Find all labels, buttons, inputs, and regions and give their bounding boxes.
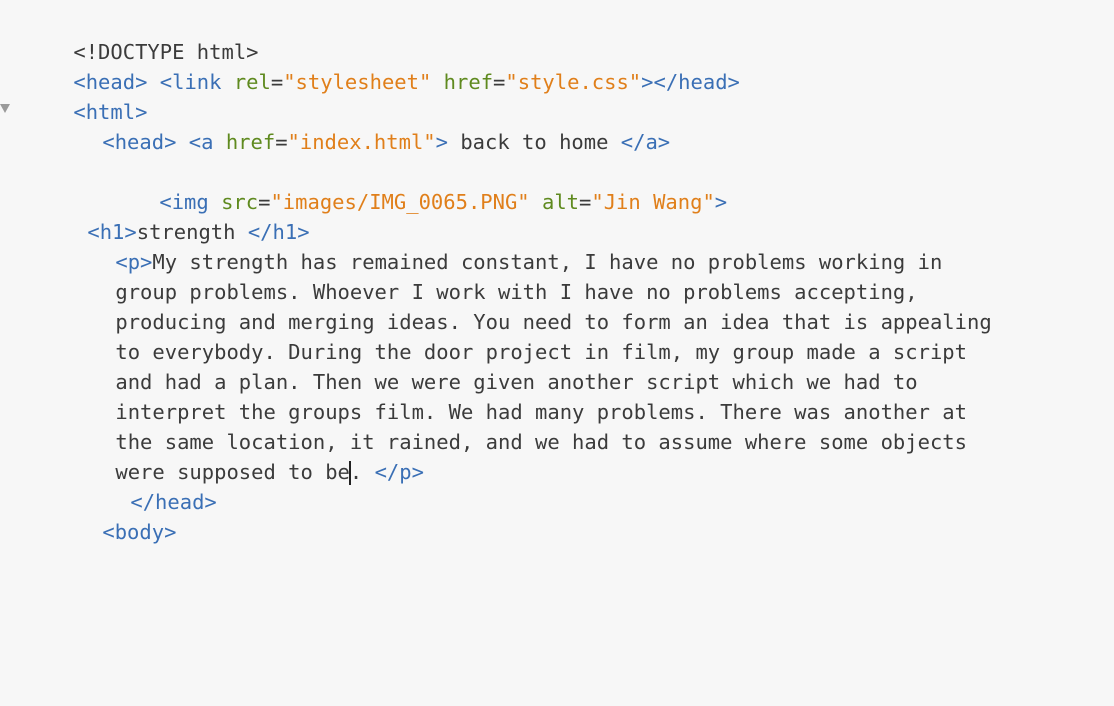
anchor-close-bracket: > xyxy=(435,130,448,154)
equals-sign: = xyxy=(579,190,592,214)
alt-attribute: alt xyxy=(542,190,580,214)
code-line-9[interactable]: group problems. Whoever I work with I ha… xyxy=(66,247,917,304)
rel-attribute: rel xyxy=(233,70,271,94)
code-line-15[interactable]: were supposed to be. </p> xyxy=(66,427,424,485)
body-open-tag: <body> xyxy=(102,520,177,544)
code-line-16[interactable]: </head> xyxy=(81,457,216,514)
p-close-tag: </p> xyxy=(374,460,424,484)
head-close-tag: </head> xyxy=(653,70,740,94)
code-line-11[interactable]: to everybody. During the door project in… xyxy=(66,307,967,364)
anchor-open-tag: <a xyxy=(188,130,214,154)
equals-sign: = xyxy=(270,70,284,94)
code-line-14[interactable]: the same location, it rained, and we had… xyxy=(66,397,967,454)
paragraph-text-end: . xyxy=(349,460,375,484)
link-close-bracket: > xyxy=(641,70,654,94)
fold-triangle-icon[interactable] xyxy=(0,104,10,113)
anchor-text: back to home xyxy=(447,130,621,154)
equals-sign: = xyxy=(493,70,506,94)
equals-sign: = xyxy=(275,130,288,154)
img-close-bracket: > xyxy=(714,190,728,214)
rel-value: "stylesheet" xyxy=(283,70,432,94)
href-attribute: href xyxy=(443,70,494,94)
code-line-13[interactable]: interpret the groups film. We had many p… xyxy=(66,367,967,424)
head-open-tag: <head> xyxy=(102,130,177,154)
code-line-3[interactable]: <html> xyxy=(24,67,147,124)
code-line-12[interactable]: and had a plan. Then we were given anoth… xyxy=(66,337,917,394)
code-editor[interactable]: <!DOCTYPE html> <head> <link rel="styles… xyxy=(0,0,1114,706)
anchor-close-tag: </a> xyxy=(620,130,671,154)
alt-value: "Jin Wang" xyxy=(591,190,715,214)
code-line-17[interactable]: <body> xyxy=(53,487,176,544)
link-open-tag: <link xyxy=(159,70,222,94)
href-attribute: href xyxy=(225,130,276,154)
code-line-7[interactable]: <h1>strength </h1> xyxy=(38,187,309,244)
code-line-6[interactable]: <img src="images/IMG_0065.PNG" alt="Jin … xyxy=(110,157,727,214)
code-line-1[interactable]: <!DOCTYPE html> xyxy=(24,7,258,64)
code-line-2[interactable]: <head> <link rel="stylesheet" href="styl… xyxy=(24,37,740,94)
code-line-4[interactable]: <head> <a href="index.html"> back to hom… xyxy=(53,97,670,154)
href-value: "style.css" xyxy=(505,70,642,94)
code-line-10[interactable]: producing and merging ideas. You need to… xyxy=(66,277,991,334)
code-line-8[interactable]: <p>My strength has remained constant, I … xyxy=(66,217,942,274)
href-value: "index.html" xyxy=(287,130,436,154)
